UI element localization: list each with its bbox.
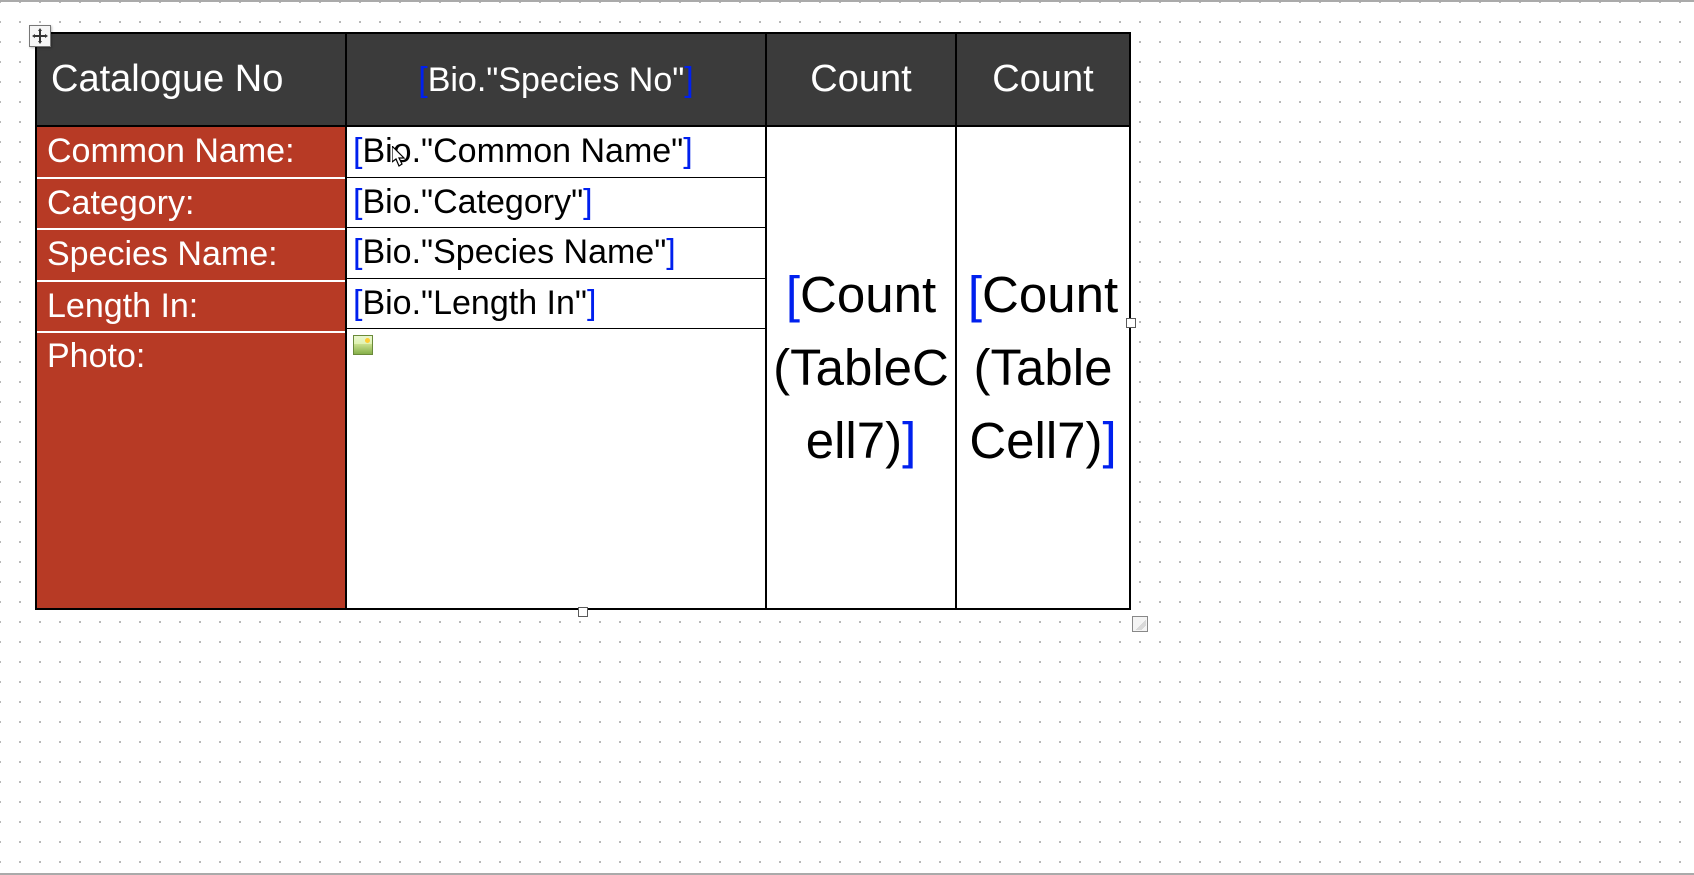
selection-handle-bottom[interactable] [578, 607, 588, 617]
header-catalogue-no[interactable]: Catalogue No [36, 33, 346, 126]
header-catalogue-no-label: Catalogue No [51, 58, 283, 100]
labels-column[interactable]: Common Name: Category: Species Name: Len… [36, 126, 346, 609]
header-count-1-label: Count [810, 58, 911, 100]
header-count-1[interactable]: Count [766, 33, 956, 126]
move-icon [32, 28, 48, 44]
designer-canvas-wrapper: Catalogue No [Bio."Species No"] Count Co… [0, 0, 1694, 875]
count-cell-2-text: Count(TableCell7) [969, 266, 1118, 470]
field-category-text: Bio."Category" [362, 183, 583, 221]
table-body-row: Common Name: Category: Species Name: Len… [36, 126, 1130, 609]
header-count-2-label: Count [992, 58, 1093, 100]
header-count-2[interactable]: Count [956, 33, 1130, 126]
field-common-name[interactable]: [Bio."Common Name"] [347, 127, 765, 178]
table-move-handle[interactable] [29, 25, 51, 47]
field-length-in-text: Bio."Length In" [362, 284, 587, 322]
label-photo: Photo: [37, 333, 345, 378]
count-cell-1[interactable]: [Count(TableCell7)] [766, 126, 956, 609]
label-category[interactable]: Category: [37, 179, 345, 231]
field-length-in[interactable]: [Bio."Length In"] [347, 279, 765, 330]
count-cell-2[interactable]: [Count(TableCell7)] [956, 126, 1130, 609]
count-cell-1-text: Count(TableCell7) [773, 266, 949, 470]
header-species-no-field: Bio."Species No" [428, 61, 685, 99]
field-species-name-text: Bio."Species Name" [362, 233, 666, 271]
table-resize-grip[interactable] [1132, 616, 1148, 632]
label-common-name[interactable]: Common Name: [37, 127, 345, 179]
label-species-name[interactable]: Species Name: [37, 230, 345, 282]
header-species-no[interactable]: [Bio."Species No"] [346, 33, 766, 126]
field-photo-wrap[interactable] [347, 329, 765, 604]
design-surface[interactable]: Catalogue No [Bio."Species No"] Count Co… [0, 2, 1694, 875]
field-species-name[interactable]: [Bio."Species Name"] [347, 228, 765, 279]
report-table[interactable]: Catalogue No [Bio."Species No"] Count Co… [35, 32, 1131, 610]
label-photo-wrap[interactable]: Photo: [37, 333, 345, 608]
bracket-close: ] [684, 61, 693, 99]
table-header-row: Catalogue No [Bio."Species No"] Count Co… [36, 33, 1130, 126]
label-length-in[interactable]: Length In: [37, 282, 345, 334]
field-category[interactable]: [Bio."Category"] [347, 178, 765, 229]
picturebox-icon[interactable] [353, 335, 373, 355]
selection-handle-right[interactable] [1126, 318, 1136, 328]
bracket-open: [ [418, 61, 427, 99]
field-common-name-text: Bio."Common Name" [362, 132, 683, 170]
data-column[interactable]: [Bio."Common Name"] [Bio."Category"] [Bi… [346, 126, 766, 609]
